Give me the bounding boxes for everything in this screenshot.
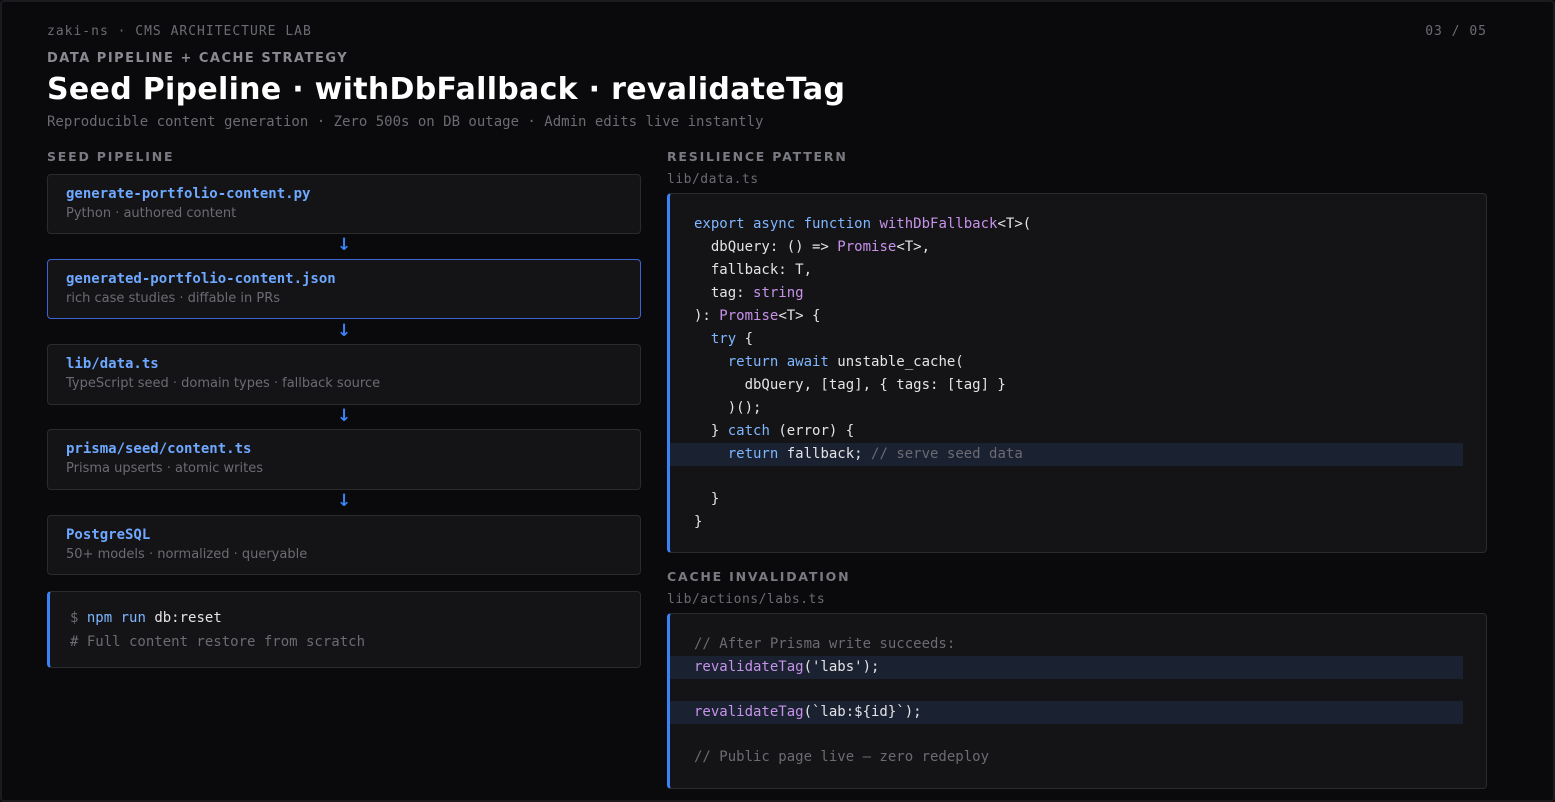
code-line: // After Prisma write succeeds: — [694, 636, 956, 652]
resilience-file-label: lib/data.ts — [667, 172, 759, 187]
stage-name: PostgreSQL — [66, 527, 151, 543]
terminal-comment: # Full content restore from scratch — [70, 634, 366, 650]
pipeline-stage-prisma-seed: prisma/seed/content.ts Prisma upserts · … — [47, 429, 641, 490]
terminal-prompt: $ — [70, 610, 79, 626]
top-bar: zaki-ns · CMS ARCHITECTURE LAB 03 / 05 — [47, 24, 1487, 39]
terminal-command: npm run — [86, 610, 146, 626]
pipeline-stage-json: generated-portfolio-content.json rich ca… — [47, 259, 641, 319]
cache-file-label: lib/actions/labs.ts — [667, 592, 826, 607]
stage-desc: Python · authored content — [66, 206, 237, 221]
code-line: try { — [710, 331, 754, 347]
pipeline-stage-generate: generate-portfolio-content.py Python · a… — [47, 174, 641, 234]
pipeline-stage-data-ts: lib/data.ts TypeScript seed · domain typ… — [47, 344, 641, 405]
terminal-argument: db:reset — [154, 610, 222, 626]
down-arrow-icon: ↓ — [337, 321, 352, 341]
eyebrow: DATA PIPELINE + CACHE STRATEGY — [47, 51, 349, 66]
cache-invalidation-label: CACHE INVALIDATION — [667, 569, 851, 584]
code-line: fallback: T, — [694, 262, 813, 278]
code-line: } — [694, 491, 720, 507]
resilience-code-block: export async function withDbFallback<T>(… — [667, 193, 1487, 553]
code-line: ): Promise<T> { — [694, 308, 821, 324]
down-arrow-icon: ↓ — [337, 491, 352, 511]
code-line: dbQuery: () => Promise<T>, — [694, 239, 931, 255]
brand-label: zaki-ns · CMS ARCHITECTURE LAB — [47, 24, 312, 39]
stage-name: generate-portfolio-content.py — [66, 186, 311, 202]
cache-code-block: // After Prisma write succeeds: revalida… — [667, 613, 1487, 789]
code-line: return await unstable_cache( — [727, 354, 964, 370]
terminal-block: $ npm run db:reset # Full content restor… — [47, 591, 641, 668]
stage-name: prisma/seed/content.ts — [66, 441, 252, 457]
page-counter: 03 / 05 — [1425, 24, 1487, 39]
code-line: // Public page live — zero redeploy — [694, 749, 990, 765]
page-title: Seed Pipeline · withDbFallback · revalid… — [47, 72, 846, 107]
stage-desc: Prisma upserts · atomic writes — [66, 461, 264, 476]
code-line: } catch (error) { — [694, 423, 855, 439]
code-line-highlighted: revalidateTag(`lab:${id}`); — [667, 701, 1463, 724]
code-line-highlighted: return fallback; // serve seed data — [667, 443, 1463, 466]
page-subtitle: Reproducible content generation · Zero 5… — [47, 114, 764, 130]
code-line: )(); — [694, 400, 762, 416]
code-line-highlighted: revalidateTag('labs'); — [667, 656, 1463, 679]
stage-desc: 50+ models · normalized · queryable — [66, 547, 308, 562]
code-line: dbQuery, [tag], { tags: [tag] } — [694, 377, 1006, 393]
seed-pipeline-label: SEED PIPELINE — [47, 149, 175, 164]
pipeline-stage-postgres: PostgreSQL 50+ models · normalized · que… — [47, 515, 641, 575]
stage-desc: rich case studies · diffable in PRs — [66, 291, 281, 306]
down-arrow-icon: ↓ — [337, 235, 352, 255]
code-line: export async function withDbFallback<T>( — [694, 216, 1032, 232]
code-line: } — [694, 514, 703, 530]
stage-desc: TypeScript seed · domain types · fallbac… — [66, 376, 381, 391]
stage-name: lib/data.ts — [66, 356, 159, 372]
down-arrow-icon: ↓ — [337, 406, 352, 426]
resilience-pattern-label: RESILIENCE PATTERN — [667, 149, 848, 164]
stage-name: generated-portfolio-content.json — [66, 271, 336, 287]
code-line: tag: string — [694, 285, 804, 301]
